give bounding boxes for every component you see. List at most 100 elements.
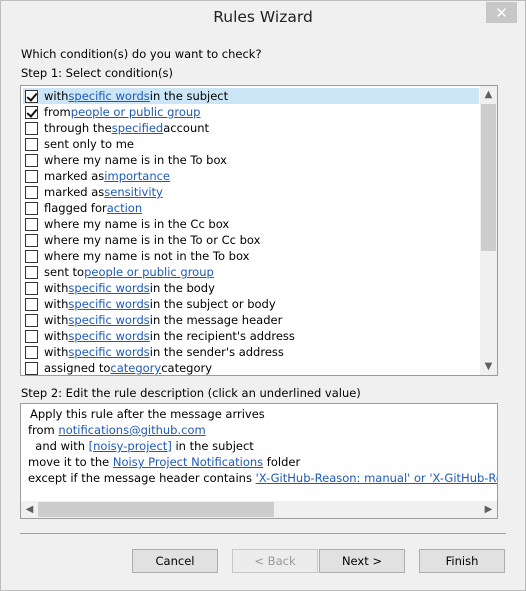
condition-checkbox[interactable] bbox=[25, 329, 38, 343]
condition-checkbox[interactable] bbox=[25, 105, 38, 119]
rules-wizard-window: Rules Wizard ✕ Which condition(s) do you… bbox=[0, 0, 526, 591]
description-line: from notifications@github.com bbox=[28, 423, 206, 437]
condition-text-suffix: category bbox=[161, 361, 213, 375]
condition-link[interactable]: specific words bbox=[68, 329, 149, 343]
condition-checkbox[interactable] bbox=[25, 249, 38, 263]
condition-link[interactable]: specific words bbox=[68, 297, 149, 311]
condition-row[interactable]: with specific words in the recipient's a… bbox=[23, 328, 479, 344]
description-scrollbar[interactable]: ◀ ▶ bbox=[21, 501, 497, 518]
condition-checkbox[interactable] bbox=[25, 121, 38, 135]
condition-link[interactable]: action bbox=[107, 201, 142, 215]
description-scroll-thumb[interactable] bbox=[38, 502, 274, 517]
condition-text: assigned to bbox=[44, 361, 111, 375]
condition-text: where my name is in the To box bbox=[44, 153, 227, 167]
rule-description-box[interactable]: Apply this rule after the message arrive… bbox=[20, 403, 498, 519]
condition-checkbox[interactable] bbox=[25, 361, 38, 375]
condition-link[interactable]: people or public group bbox=[84, 265, 214, 279]
condition-link[interactable]: specified bbox=[112, 121, 164, 135]
condition-link[interactable]: specific words bbox=[68, 345, 149, 359]
close-icon: ✕ bbox=[495, 3, 508, 22]
scroll-down-icon[interactable]: ▼ bbox=[480, 358, 497, 375]
condition-checkbox[interactable] bbox=[25, 217, 38, 231]
cancel-button[interactable]: Cancel bbox=[132, 549, 218, 573]
condition-text-suffix: in the recipient's address bbox=[149, 329, 295, 343]
condition-checkbox[interactable] bbox=[25, 153, 38, 167]
condition-checkbox[interactable] bbox=[25, 297, 38, 311]
conditions-list[interactable]: with specific words in the subject from p… bbox=[20, 85, 498, 376]
condition-checkbox[interactable] bbox=[25, 137, 38, 151]
description-link[interactable]: [noisy-project] bbox=[89, 439, 172, 453]
condition-checkbox[interactable] bbox=[25, 281, 38, 295]
description-line: Apply this rule after the message arrive… bbox=[30, 407, 265, 421]
description-line: and with [noisy-project] in the subject bbox=[28, 439, 254, 453]
condition-row[interactable]: sent only to me bbox=[23, 136, 479, 152]
conditions-scroll-thumb[interactable] bbox=[481, 104, 496, 251]
scroll-up-icon[interactable]: ▲ bbox=[480, 86, 497, 103]
condition-row[interactable]: with specific words in the body bbox=[23, 280, 479, 296]
condition-checkbox[interactable] bbox=[25, 89, 38, 103]
condition-row[interactable]: with specific words in the subject bbox=[23, 88, 479, 104]
condition-link[interactable]: category bbox=[110, 361, 161, 375]
condition-checkbox[interactable] bbox=[25, 265, 38, 279]
step2-label: Step 2: Edit the rule description (click… bbox=[21, 386, 361, 400]
condition-link[interactable]: specific words bbox=[68, 89, 149, 103]
condition-checkbox[interactable] bbox=[25, 185, 38, 199]
condition-row[interactable]: sent to people or public group bbox=[23, 264, 479, 280]
close-button[interactable]: ✕ bbox=[486, 2, 517, 23]
condition-row[interactable]: flagged for action bbox=[23, 200, 479, 216]
description-text-suffix: folder bbox=[263, 455, 301, 469]
condition-text-suffix: in the subject or body bbox=[149, 297, 276, 311]
condition-row[interactable]: where my name is in the Cc box bbox=[23, 216, 479, 232]
condition-row[interactable]: through the specified account bbox=[23, 120, 479, 136]
description-text: from bbox=[28, 423, 59, 437]
condition-row[interactable]: marked as importance bbox=[23, 168, 479, 184]
description-link[interactable]: Noisy Project Notifications bbox=[113, 455, 263, 469]
condition-checkbox[interactable] bbox=[25, 345, 38, 359]
scroll-left-icon[interactable]: ◀ bbox=[21, 501, 38, 518]
next-button[interactable]: Next > bbox=[319, 549, 405, 573]
condition-checkbox[interactable] bbox=[25, 313, 38, 327]
condition-checkbox[interactable] bbox=[25, 233, 38, 247]
condition-link[interactable]: sensitivity bbox=[104, 185, 163, 199]
finish-button[interactable]: Finish bbox=[419, 549, 505, 573]
condition-text: marked as bbox=[44, 169, 105, 183]
condition-text: with bbox=[44, 281, 69, 295]
condition-text: with bbox=[44, 89, 69, 103]
description-text: move it to the bbox=[28, 455, 113, 469]
description-line: move it to the Noisy Project Notificatio… bbox=[28, 455, 300, 469]
condition-row[interactable]: from people or public group bbox=[23, 104, 479, 120]
condition-row[interactable]: with specific words in the message heade… bbox=[23, 312, 479, 328]
condition-text-suffix: in the subject bbox=[149, 89, 229, 103]
condition-link[interactable]: importance bbox=[104, 169, 170, 183]
condition-text: marked as bbox=[44, 185, 105, 199]
step1-label: Step 1: Select condition(s) bbox=[21, 66, 173, 80]
condition-text: flagged for bbox=[44, 201, 107, 215]
condition-text-suffix: account bbox=[163, 121, 210, 135]
condition-text: with bbox=[44, 345, 69, 359]
condition-text: where my name is not in the To box bbox=[44, 249, 250, 263]
condition-text: through the bbox=[44, 121, 112, 135]
description-link[interactable]: 'X-GitHub-Reason: manual' or 'X-GitHub-R… bbox=[256, 471, 497, 485]
condition-row[interactable]: where my name is not in the To box bbox=[23, 248, 479, 264]
scroll-right-icon[interactable]: ▶ bbox=[480, 501, 497, 518]
description-link[interactable]: notifications@github.com bbox=[58, 423, 205, 437]
condition-row[interactable]: where my name is in the To box bbox=[23, 152, 479, 168]
condition-checkbox[interactable] bbox=[25, 201, 38, 215]
condition-text: where my name is in the Cc box bbox=[44, 217, 230, 231]
condition-row[interactable]: assigned to category category bbox=[23, 360, 479, 375]
condition-text-suffix: in the message header bbox=[149, 313, 283, 327]
condition-link[interactable]: specific words bbox=[68, 313, 149, 327]
condition-checkbox[interactable] bbox=[25, 169, 38, 183]
conditions-scrollbar[interactable]: ▲ ▼ bbox=[480, 86, 497, 375]
condition-text: sent only to me bbox=[44, 137, 134, 151]
condition-text-suffix: in the body bbox=[149, 281, 215, 295]
condition-link[interactable]: specific words bbox=[68, 281, 149, 295]
condition-row[interactable]: where my name is in the To or Cc box bbox=[23, 232, 479, 248]
condition-row[interactable]: with specific words in the sender's addr… bbox=[23, 344, 479, 360]
title-bar: Rules Wizard ✕ bbox=[1, 1, 525, 34]
condition-link[interactable]: people or public group bbox=[71, 105, 201, 119]
back-button[interactable]: < Back bbox=[232, 549, 318, 573]
condition-row[interactable]: marked as sensitivity bbox=[23, 184, 479, 200]
condition-row[interactable]: with specific words in the subject or bo… bbox=[23, 296, 479, 312]
question-label: Which condition(s) do you want to check? bbox=[21, 47, 262, 61]
